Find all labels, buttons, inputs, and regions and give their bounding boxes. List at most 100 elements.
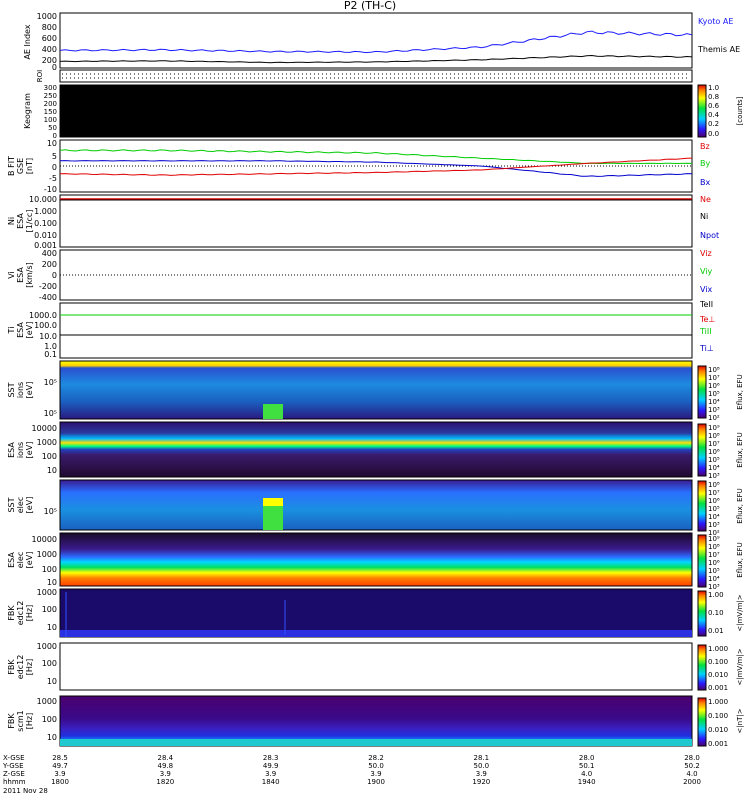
plot-title: P2 (TH-C) [344, 0, 396, 12]
cbar-tick: 1.000 [708, 698, 728, 706]
bfield-ylabel: B FIT [7, 156, 16, 176]
velocity-tick: 400 [42, 249, 57, 258]
keogram-cbar-label: [counts] [736, 96, 744, 125]
fbk2-panel: FBK edc12 [Hz] 1000 100 10 1.000 0.100 0… [7, 642, 744, 692]
esa-ion-panel: ESA ions [eV] 10000 1000 100 10 10⁹ 10⁸ … [7, 421, 744, 480]
xaxis-tick-label: 3.9 [370, 770, 381, 778]
cbar-tick: 1.00 [708, 591, 724, 599]
xaxis-tick-label: 50.0 [368, 762, 384, 770]
legend-kyoto-ae: Kyoto AE [698, 17, 733, 26]
cbar-tick: 10⁶ [708, 448, 720, 456]
fbk1-colorbar [697, 590, 707, 637]
cbar-tick: 10⁷ [708, 489, 720, 497]
xaxis-tick-label: 1820 [156, 778, 174, 786]
bfield-tick: -5 [49, 174, 57, 183]
cbar-tick: 10⁶ [708, 497, 720, 505]
ae-tick: 0 [52, 63, 57, 72]
cbar-tick: 10⁷ [708, 440, 720, 448]
temp-tick: 1000.0 [29, 311, 57, 320]
cbar-tick: 10⁵ [708, 390, 720, 398]
fbk3-tick: 10 [47, 733, 57, 742]
xaxis-row-label: X-GSE [3, 754, 25, 762]
cbar-tick: 0.010 [708, 726, 728, 734]
cbar-tick: 10⁴ [708, 464, 720, 472]
cbar-tick: 10⁵ [708, 456, 720, 464]
legend-viz: Viz [700, 249, 712, 258]
cbar-tick: 10⁹ [708, 424, 720, 432]
summary-plot: P2 (TH-C) AE Index 1000 800 600 400 200 … [2, 0, 744, 795]
cbar-tick: 10⁴ [708, 398, 720, 406]
density-tick: 10.000 [29, 195, 57, 204]
cbar-tick: 0.100 [708, 658, 728, 666]
sst-elec-tick: 10⁵ [44, 507, 57, 516]
xaxis-tick-label: 28.5 [52, 754, 68, 762]
xaxis-tick-label: 50.2 [684, 762, 700, 770]
bfield-tick: 10 [47, 139, 57, 148]
sst-elec-ylabel2: elec [16, 497, 25, 513]
ae-tick: 800 [42, 23, 57, 32]
xaxis-tick-label: 28.0 [579, 754, 595, 762]
xaxis-date: 2011 Nov 28 [3, 787, 48, 795]
cbar-tick: 10³ [708, 583, 720, 591]
xaxis-row-label: Z-GSE [3, 770, 25, 778]
cbar-tick: 0.4 [708, 111, 720, 119]
xaxis-tick-label: 28.2 [368, 754, 384, 762]
cbar-tick: 0.8 [708, 93, 719, 101]
density-ylabel2: ESA [16, 213, 25, 229]
legend-bz: Bz [700, 142, 710, 151]
fbk1-tick: 10 [47, 623, 57, 632]
xaxis-tick-label: 28.1 [474, 754, 490, 762]
legend-tiperp: Ti⊥ [699, 344, 714, 353]
cbar-tick: 10⁴ [708, 575, 720, 583]
fbk1-tick: 100 [42, 605, 57, 614]
cbar-tick: 10⁷ [708, 551, 720, 559]
fbk2-tick: 100 [42, 659, 57, 668]
sst-elec-ylabel: SST [7, 497, 16, 512]
fbk2-ylabel3: [Hz] [25, 659, 34, 675]
fbk2-ylabel2: edc12 [16, 655, 25, 680]
sst-elec-ylabel3: [eV] [25, 497, 34, 514]
cbar-tick: 0.2 [708, 120, 719, 128]
velocity-tick: -400 [39, 293, 57, 302]
bfield-ylabel3: [nT] [25, 158, 34, 174]
esa-ion-cbar-label: Eflux, EFU [736, 432, 744, 467]
fbk1-tick: 1000 [37, 588, 57, 597]
sst-ion-tick: 10⁵ [44, 378, 57, 387]
fbk1-ylabel3: [Hz] [25, 605, 34, 621]
temp-tick: 100.0 [34, 321, 57, 330]
cbar-tick: 0.001 [708, 740, 728, 748]
legend-teperp: Te⊥ [699, 315, 715, 324]
esa-elec-tick: 10000 [32, 535, 57, 544]
xaxis-tick-label: 3.9 [265, 770, 276, 778]
esa-ion-tick: 1000 [37, 438, 57, 447]
sst-ion-tick: 10⁵ [44, 409, 57, 418]
fbk1-panel: FBK edc12 [Hz] 1000 100 10 1.00 0.10 0.0… [7, 588, 744, 638]
density-tick: 0.010 [34, 231, 57, 240]
density-ylabel: Ni [7, 217, 16, 225]
sst-elec-hotspot [263, 505, 283, 530]
sst-elec-colorbar [697, 480, 707, 532]
temp-ylabel3: [eV] [25, 322, 34, 339]
cbar-tick: 0.0 [708, 130, 719, 138]
bfield-tick: -10 [44, 185, 57, 194]
velocity-ylabel: Vi [7, 271, 16, 279]
xaxis-tick-label: 4.0 [581, 770, 592, 778]
esa-elec-tick: 100 [42, 565, 57, 574]
fbk3-ylabel3: [Hz] [25, 713, 34, 729]
sst-elec-hotspot-peak [263, 498, 283, 506]
ae-tick: 1000 [37, 12, 57, 21]
roi-ylabel: ROI [36, 70, 44, 82]
esa-elec-tick: 1000 [37, 550, 57, 559]
esa-ion-ylabel: ESA [7, 442, 16, 458]
roi-panel: ROI [36, 69, 693, 83]
fbk2-tick: 1000 [37, 642, 57, 651]
bfield-tick: 0 [52, 163, 57, 172]
legend-ne: Ne [700, 195, 711, 204]
density-tick: 0.100 [34, 219, 57, 228]
xaxis-tick-label: 49.9 [263, 762, 279, 770]
temp-tick: 10.0 [39, 332, 57, 341]
legend-themis-ae: Themis AE [697, 45, 740, 54]
cbar-tick: 0.01 [708, 627, 724, 635]
cbar-tick: 10³ [708, 521, 720, 529]
fbk3-ylabel2: scm1 [16, 710, 25, 731]
